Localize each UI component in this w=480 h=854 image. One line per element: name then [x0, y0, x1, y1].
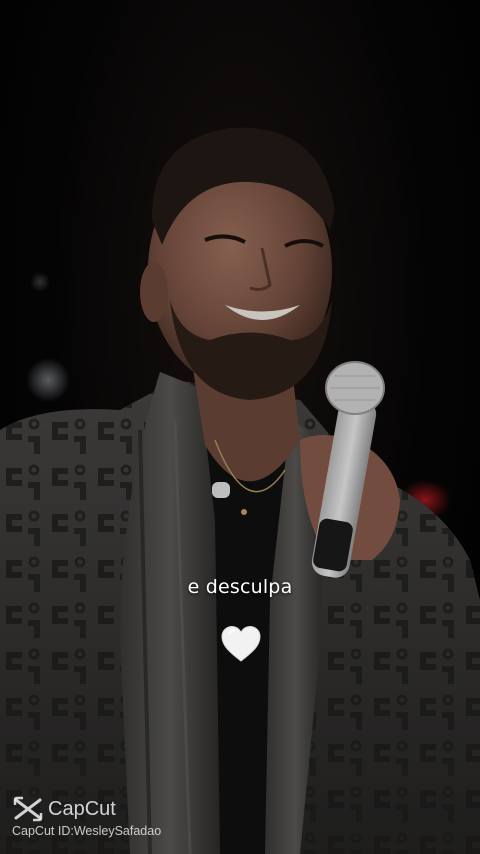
capcut-watermark: CapCut CapCut ID:WesleySafadao — [12, 796, 161, 838]
singer-photo — [0, 0, 480, 854]
lyric-caption: e desculpa — [187, 576, 293, 598]
capcut-brand-text: CapCut — [48, 797, 116, 820]
white-heart-icon — [221, 625, 261, 662]
capcut-logo-icon — [13, 796, 43, 822]
capcut-id-text: CapCut ID:WesleySafadao — [12, 824, 162, 838]
video-frame[interactable]: e desculpa CapCut CapCut ID:WesleySafada… — [0, 0, 480, 854]
